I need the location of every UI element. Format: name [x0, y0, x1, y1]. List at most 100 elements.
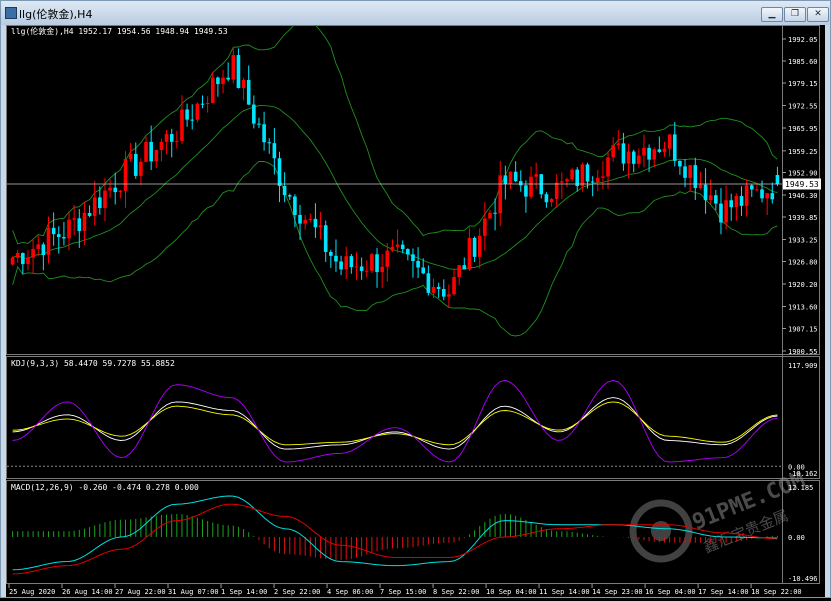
candle-body [349, 256, 354, 268]
candle-body [221, 77, 225, 85]
candle-body [719, 203, 723, 223]
time-axis-label: 10 Sep 04:00 [486, 588, 537, 596]
candle-body [77, 218, 82, 232]
candle-body [724, 200, 728, 223]
kdj-axis-label: -10.162 [788, 470, 818, 478]
candle-body [72, 218, 76, 220]
candle-body [616, 143, 621, 146]
kdj-panel-header: KDJ(9,3,3) 58.4470 59.7278 55.8852 [11, 359, 175, 368]
price-axis-label: 1972.55 [788, 102, 818, 110]
candle-body [298, 214, 302, 224]
chart-window-icon [5, 7, 17, 19]
candle-body [411, 254, 415, 262]
candle-body [56, 234, 61, 238]
restore-button[interactable]: ❐ [784, 7, 806, 22]
macd-axis-label: -10.496 [788, 575, 818, 583]
candle-body [334, 255, 338, 262]
candle-body [149, 141, 153, 162]
candle-body [159, 141, 164, 151]
candle-body [714, 195, 718, 204]
candle-body [395, 244, 400, 247]
candle-body [560, 181, 564, 183]
candle-body [595, 177, 600, 183]
candle-body [41, 244, 46, 255]
candle-body [585, 164, 590, 182]
candle-body [257, 123, 261, 125]
candle-body [344, 256, 349, 270]
candle-body [534, 174, 538, 177]
candle-body [441, 289, 446, 297]
candle-body [180, 109, 184, 141]
candle-body [262, 124, 266, 143]
candle-body [426, 273, 431, 293]
candle-body [529, 176, 533, 197]
candle-body [483, 218, 487, 236]
candle-body [765, 193, 769, 199]
price-axis-label: 1907.15 [788, 325, 818, 333]
candle-body [277, 158, 282, 186]
candle-body [570, 169, 574, 180]
candle-body [139, 161, 143, 176]
candle-body [406, 249, 410, 255]
candle-body [493, 212, 497, 214]
candle-body [210, 77, 215, 103]
bollinger-upper-line [12, 18, 778, 245]
chart-window[interactable]: llg(伦敦金),H4 ▁ ❐ ✕ 91PME.COM 鑫汇宝贵金属 1949.… [0, 0, 831, 598]
candle-body [580, 164, 585, 187]
candle-body [431, 286, 436, 293]
candle-body [544, 194, 549, 203]
window-title-bar[interactable]: llg(伦敦金),H4 ▁ ❐ ✕ [1, 1, 830, 25]
candle-body [631, 151, 636, 164]
candle-body [113, 187, 118, 193]
kdj-axis-label: 117.909 [788, 362, 818, 370]
candle-body [513, 171, 518, 182]
candle-body [185, 109, 189, 120]
candle-body [82, 212, 87, 232]
candle-body [498, 175, 503, 214]
candle-body [272, 143, 277, 159]
candle-body [508, 171, 513, 184]
macd-panel-header: MACD(12,26,9) -0.260 -0.474 0.278 0.000 [11, 483, 199, 492]
candle-body [354, 266, 359, 268]
candle-body [518, 181, 523, 186]
candle-body [144, 141, 148, 162]
price-axis-label: 1965.95 [788, 125, 818, 133]
candle-body [10, 257, 15, 265]
price-axis-label: 1926.80 [788, 258, 818, 266]
time-axis-label: 11 Sep 14:00 [539, 588, 590, 596]
chart-area[interactable]: 91PME.COM 鑫汇宝贵金属 1949.53 llg(伦敦金),H4 195… [6, 18, 825, 597]
kdj-k-line [12, 397, 778, 450]
chart-canvas[interactable]: 91PME.COM 鑫汇宝贵金属 1949.53 llg(伦敦金),H4 195… [6, 18, 825, 597]
candle-body [739, 195, 744, 206]
minimize-button[interactable]: ▁ [761, 7, 783, 22]
candle-body [652, 149, 657, 160]
candle-body [678, 160, 682, 167]
candle-body [318, 225, 323, 228]
time-axis-label: 26 Aug 14:00 [62, 588, 113, 596]
candle-body [375, 254, 379, 273]
candle-body [216, 77, 220, 85]
bollinger-lower-line [12, 160, 778, 337]
candle-body [637, 155, 641, 164]
candle-body [123, 159, 128, 191]
candle-body [62, 237, 66, 239]
time-axis: 25 Aug 2020 26 Aug 14:00 27 Aug 22:00 31 Au… [8, 584, 802, 596]
time-axis-label: 2 Sep 22:00 [274, 588, 320, 596]
price-axis-label: 1900.55 [788, 348, 818, 356]
candle-body [359, 266, 364, 271]
candle-body [734, 195, 739, 208]
candle-body [329, 251, 333, 256]
candle-body [236, 55, 241, 88]
candle-body [621, 143, 626, 164]
time-axis-label: 25 Aug 2020 [9, 588, 55, 596]
candle-body [565, 179, 569, 182]
time-axis-label: 17 Sep 14:00 [698, 588, 749, 596]
candle-body [744, 185, 749, 206]
macd-axis: 12.185 0.00 -10.496 [788, 484, 818, 583]
candle-body [226, 77, 230, 80]
candle-body [462, 265, 467, 270]
candle-body [308, 218, 313, 220]
close-button[interactable]: ✕ [807, 7, 829, 22]
candle-body [108, 187, 112, 191]
kdj-axis: 117.9090.00-10.162 [788, 362, 818, 478]
